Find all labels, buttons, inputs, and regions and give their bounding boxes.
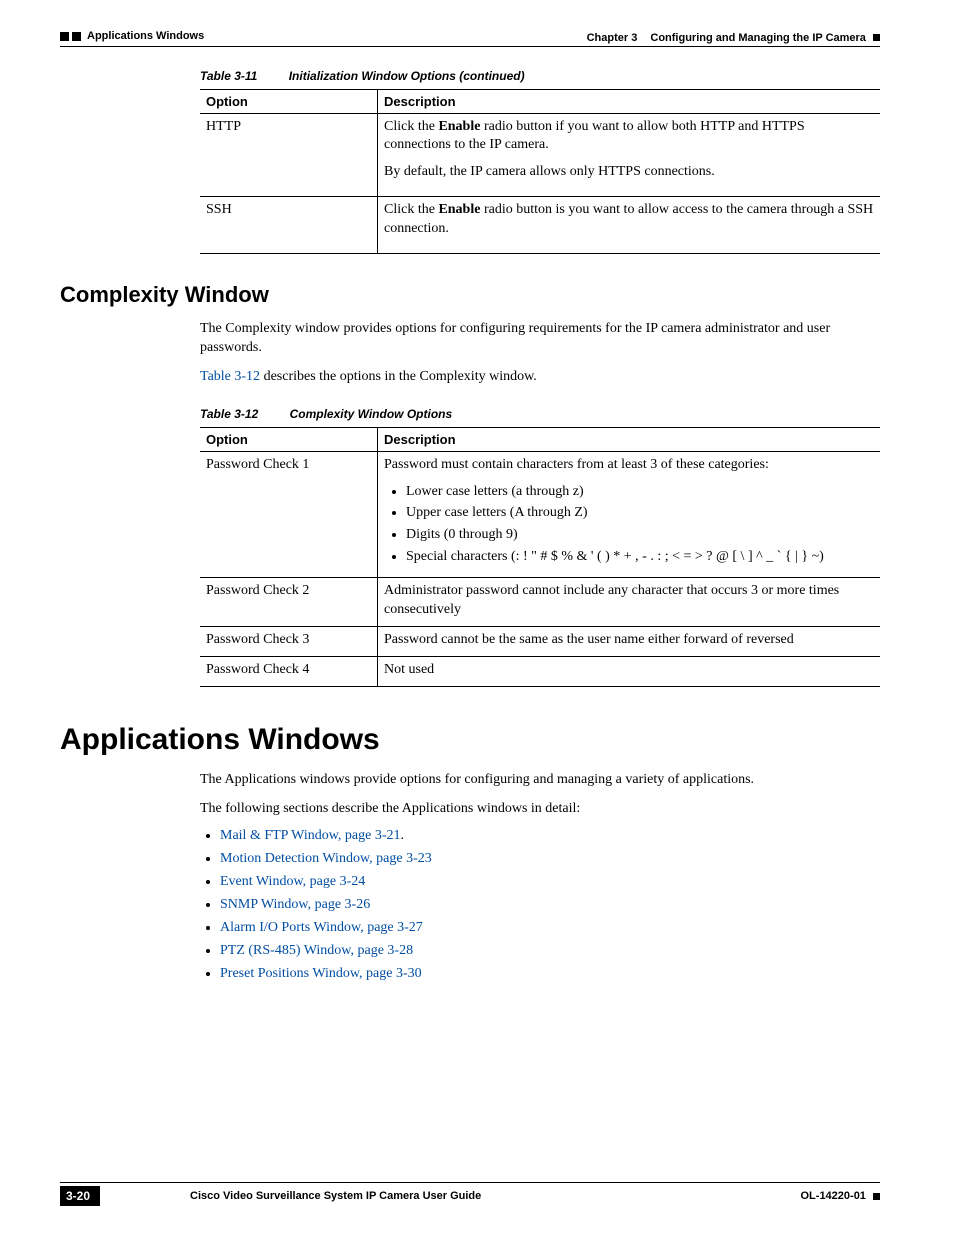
table-row: HTTP Click the Enable radio button if yo… <box>200 113 880 197</box>
col-header-option: Option <box>200 427 378 451</box>
page-header: Applications Windows Chapter 3 Configuri… <box>60 30 880 47</box>
applications-p1: The Applications windows provide options… <box>200 771 880 790</box>
header-marker-icon <box>60 32 81 41</box>
table-row: Password Check 1 Password must contain c… <box>200 451 880 577</box>
table-ref-link[interactable]: Table 3-12 <box>200 369 260 384</box>
option-cell: Password Check 4 <box>200 656 378 686</box>
header-section: Applications Windows <box>87 30 204 42</box>
applications-p2: The following sections describe the Appl… <box>200 800 880 819</box>
list-item: Mail & FTP Window, page 3-21. <box>220 828 880 844</box>
link-snmp[interactable]: SNMP Window, page 3-26 <box>220 897 370 912</box>
link-motion-detection[interactable]: Motion Detection Window, page 3-23 <box>220 851 432 866</box>
heading-applications-windows: Applications Windows <box>60 723 880 757</box>
description-cell: Click the Enable radio button if you wan… <box>378 113 881 197</box>
footer-guide-title: Cisco Video Surveillance System IP Camer… <box>190 1190 481 1202</box>
table-number: Table 3-12 <box>200 407 258 421</box>
footer-doc-number: OL-14220-01 <box>801 1190 866 1202</box>
list-item: Digits (0 through 9) <box>406 526 874 545</box>
complexity-ref: Table 3-12 describes the options in the … <box>200 368 880 387</box>
page-number-badge: 3-20 <box>60 1186 100 1206</box>
col-header-description: Description <box>378 427 881 451</box>
description-cell: Administrator password cannot include an… <box>378 578 881 627</box>
list-item: PTZ (RS-485) Window, page 3-28 <box>220 943 880 959</box>
list-item: Upper case letters (A through Z) <box>406 504 874 523</box>
complexity-options-table: Option Description Password Check 1 Pass… <box>200 427 880 687</box>
description-cell: Password must contain characters from at… <box>378 451 881 577</box>
table-row: SSH Click the Enable radio button is you… <box>200 197 880 254</box>
applications-link-list: Mail & FTP Window, page 3-21. Motion Det… <box>220 828 880 982</box>
complexity-intro: The Complexity window provides options f… <box>200 320 880 358</box>
table-title: Complexity Window Options <box>290 407 453 421</box>
header-end-mark-icon <box>873 34 880 41</box>
list-item: Special characters (: ! " # $ % & ' ( ) … <box>406 548 874 567</box>
link-ptz[interactable]: PTZ (RS-485) Window, page 3-28 <box>220 943 413 958</box>
header-chapter-ref: Chapter 3 <box>587 32 638 44</box>
page-footer: 3-20 Cisco Video Surveillance System IP … <box>60 1182 880 1206</box>
description-cell: Not used <box>378 656 881 686</box>
footer-end-mark-icon <box>873 1193 880 1200</box>
table-caption: Table 3-12 Complexity Window Options <box>200 407 880 421</box>
list-item: SNMP Window, page 3-26 <box>220 897 880 913</box>
option-cell: Password Check 3 <box>200 626 378 656</box>
link-preset-positions[interactable]: Preset Positions Window, page 3-30 <box>220 966 422 981</box>
header-chapter-title: Configuring and Managing the IP Camera <box>650 32 866 44</box>
list-item: Motion Detection Window, page 3-23 <box>220 851 880 867</box>
link-alarm-io[interactable]: Alarm I/O Ports Window, page 3-27 <box>220 920 423 935</box>
option-cell: Password Check 2 <box>200 578 378 627</box>
table-row: Password Check 3 Password cannot be the … <box>200 626 880 656</box>
table-row: Password Check 2 Administrator password … <box>200 578 880 627</box>
description-cell: Password cannot be the same as the user … <box>378 626 881 656</box>
description-cell: Click the Enable radio button is you wan… <box>378 197 881 254</box>
table-title: Initialization Window Options (continued… <box>289 69 525 83</box>
heading-complexity-window: Complexity Window <box>60 282 880 308</box>
option-cell: HTTP <box>200 113 378 197</box>
initialization-options-table: Option Description HTTP Click the Enable… <box>200 89 880 254</box>
table-caption: Table 3-11 Initialization Window Options… <box>200 69 880 83</box>
list-item: Lower case letters (a through z) <box>406 483 874 502</box>
col-header-option: Option <box>200 89 378 113</box>
list-item: Preset Positions Window, page 3-30 <box>220 966 880 982</box>
link-mail-ftp[interactable]: Mail & FTP Window, page 3-21 <box>220 828 401 843</box>
col-header-description: Description <box>378 89 881 113</box>
table-row: Password Check 4 Not used <box>200 656 880 686</box>
link-event[interactable]: Event Window, page 3-24 <box>220 874 365 889</box>
table-number: Table 3-11 <box>200 69 257 83</box>
list-item: Event Window, page 3-24 <box>220 874 880 890</box>
option-cell: Password Check 1 <box>200 451 378 577</box>
option-cell: SSH <box>200 197 378 254</box>
list-item: Alarm I/O Ports Window, page 3-27 <box>220 920 880 936</box>
